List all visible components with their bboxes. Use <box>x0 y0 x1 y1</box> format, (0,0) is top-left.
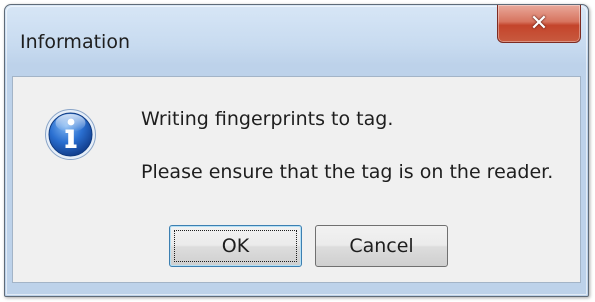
close-button[interactable]: ✕ <box>497 5 581 43</box>
message-text-primary: Writing fingerprints to tag. <box>141 108 394 130</box>
message-text-secondary: Please ensure that the tag is on the rea… <box>141 161 554 183</box>
information-dialog: Information ✕ Writing fingerprints to ta… <box>4 4 589 297</box>
dialog-title: Information <box>20 31 130 53</box>
information-icon <box>45 109 96 160</box>
ok-button-label: OK <box>221 235 250 257</box>
cancel-button[interactable]: Cancel <box>315 225 448 267</box>
cancel-button-label: Cancel <box>349 235 414 257</box>
title-bar[interactable]: Information ✕ <box>5 5 588 71</box>
dialog-body: Writing fingerprints to tag. Please ensu… <box>12 76 581 283</box>
close-icon: ✕ <box>529 10 549 36</box>
ok-button[interactable]: OK <box>169 225 302 267</box>
